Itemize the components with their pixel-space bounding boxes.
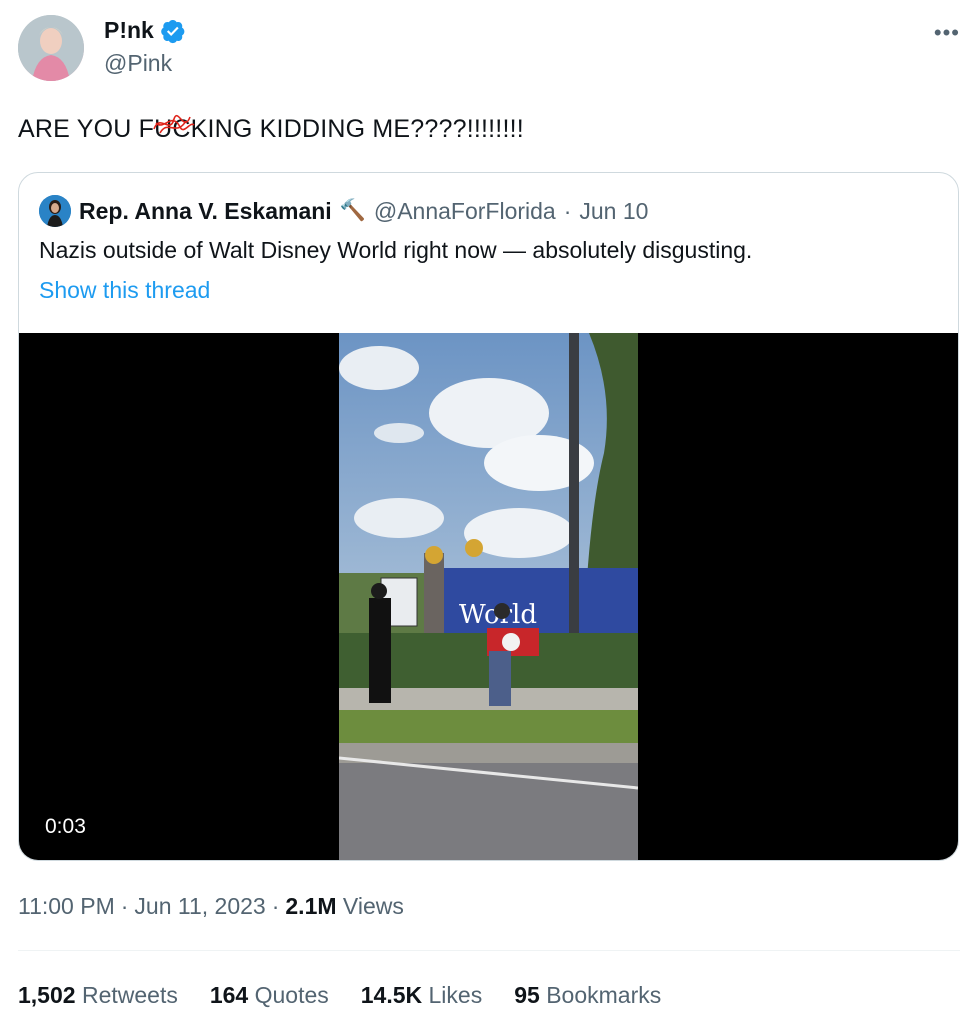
tweet-text-part: ARE YOU F [18,115,155,143]
quotes-stat[interactable]: 164 Quotes [210,982,329,1009]
author-display-name[interactable]: P!nk [104,17,154,44]
show-thread-link[interactable]: Show this thread [39,277,210,304]
quoted-tweet-text: Nazis outside of Walt Disney World right… [39,237,753,263]
divider [18,950,960,951]
bookmarks-stat[interactable]: 95 Bookmarks [514,982,661,1009]
quoted-tweet-card[interactable]: Rep. Anna V. Eskamani 🔨 @AnnaForFlorida … [18,172,959,861]
author-name-row[interactable]: P!nk [104,17,186,44]
stat-count: 164 [209,982,249,1008]
author-handle[interactable]: @Pink [104,50,172,77]
stat-label: Likes [428,982,483,1008]
engagement-stats: 1,502 Retweets 164 Quotes 14.5K Likes 95… [18,982,693,1009]
quoted-author-avatar[interactable] [39,195,71,227]
verified-badge-icon [160,18,186,44]
likes-stat[interactable]: 14.5K Likes [361,982,482,1009]
stat-label: Retweets [81,982,178,1008]
quoted-author-name[interactable]: Rep. Anna V. Eskamani [79,198,332,225]
censor-scribble: U [153,115,195,144]
stat-count: 1,502 [18,982,76,1008]
stat-count: 95 [514,982,540,1008]
tweet-time[interactable]: 11:00 PM [18,893,115,920]
scribble-icon [153,115,195,134]
video-player[interactable]: World 0:03 [19,333,958,860]
stat-count: 14.5K [360,982,423,1008]
hammer-emoji-icon: 🔨 [339,199,366,222]
stat-label: Quotes [254,982,329,1008]
views-count: 2.1M [285,893,337,919]
more-options-button[interactable]: ••• [934,20,960,46]
separator-dot: · [271,893,280,919]
tweet-meta: 11:00 PM · Jun 11, 2023 · 2.1M Views [18,893,404,920]
separator-dot: · [120,893,129,919]
separator-dot: · [563,197,572,224]
tweet-date[interactable]: Jun 11, 2023 [134,893,265,920]
quoted-tweet-date[interactable]: Jun 10 [579,198,648,225]
video-timestamp: 0:03 [45,815,86,838]
quoted-tweet-header: Rep. Anna V. Eskamani 🔨 @AnnaForFlorida … [39,195,648,227]
tweet-text: ARE YOU FU CKING KIDDING ME????!!!!!!!! [18,115,524,144]
author-avatar[interactable] [18,15,84,81]
stat-label: Bookmarks [546,982,662,1008]
video-frame-image: World [339,333,638,860]
quoted-author-handle[interactable]: @AnnaForFlorida [374,198,556,225]
retweets-stat[interactable]: 1,502 Retweets [18,982,178,1009]
views-label: Views [342,893,404,919]
tweet-text-part: CKING KIDDING ME????!!!!!!!! [172,115,524,143]
